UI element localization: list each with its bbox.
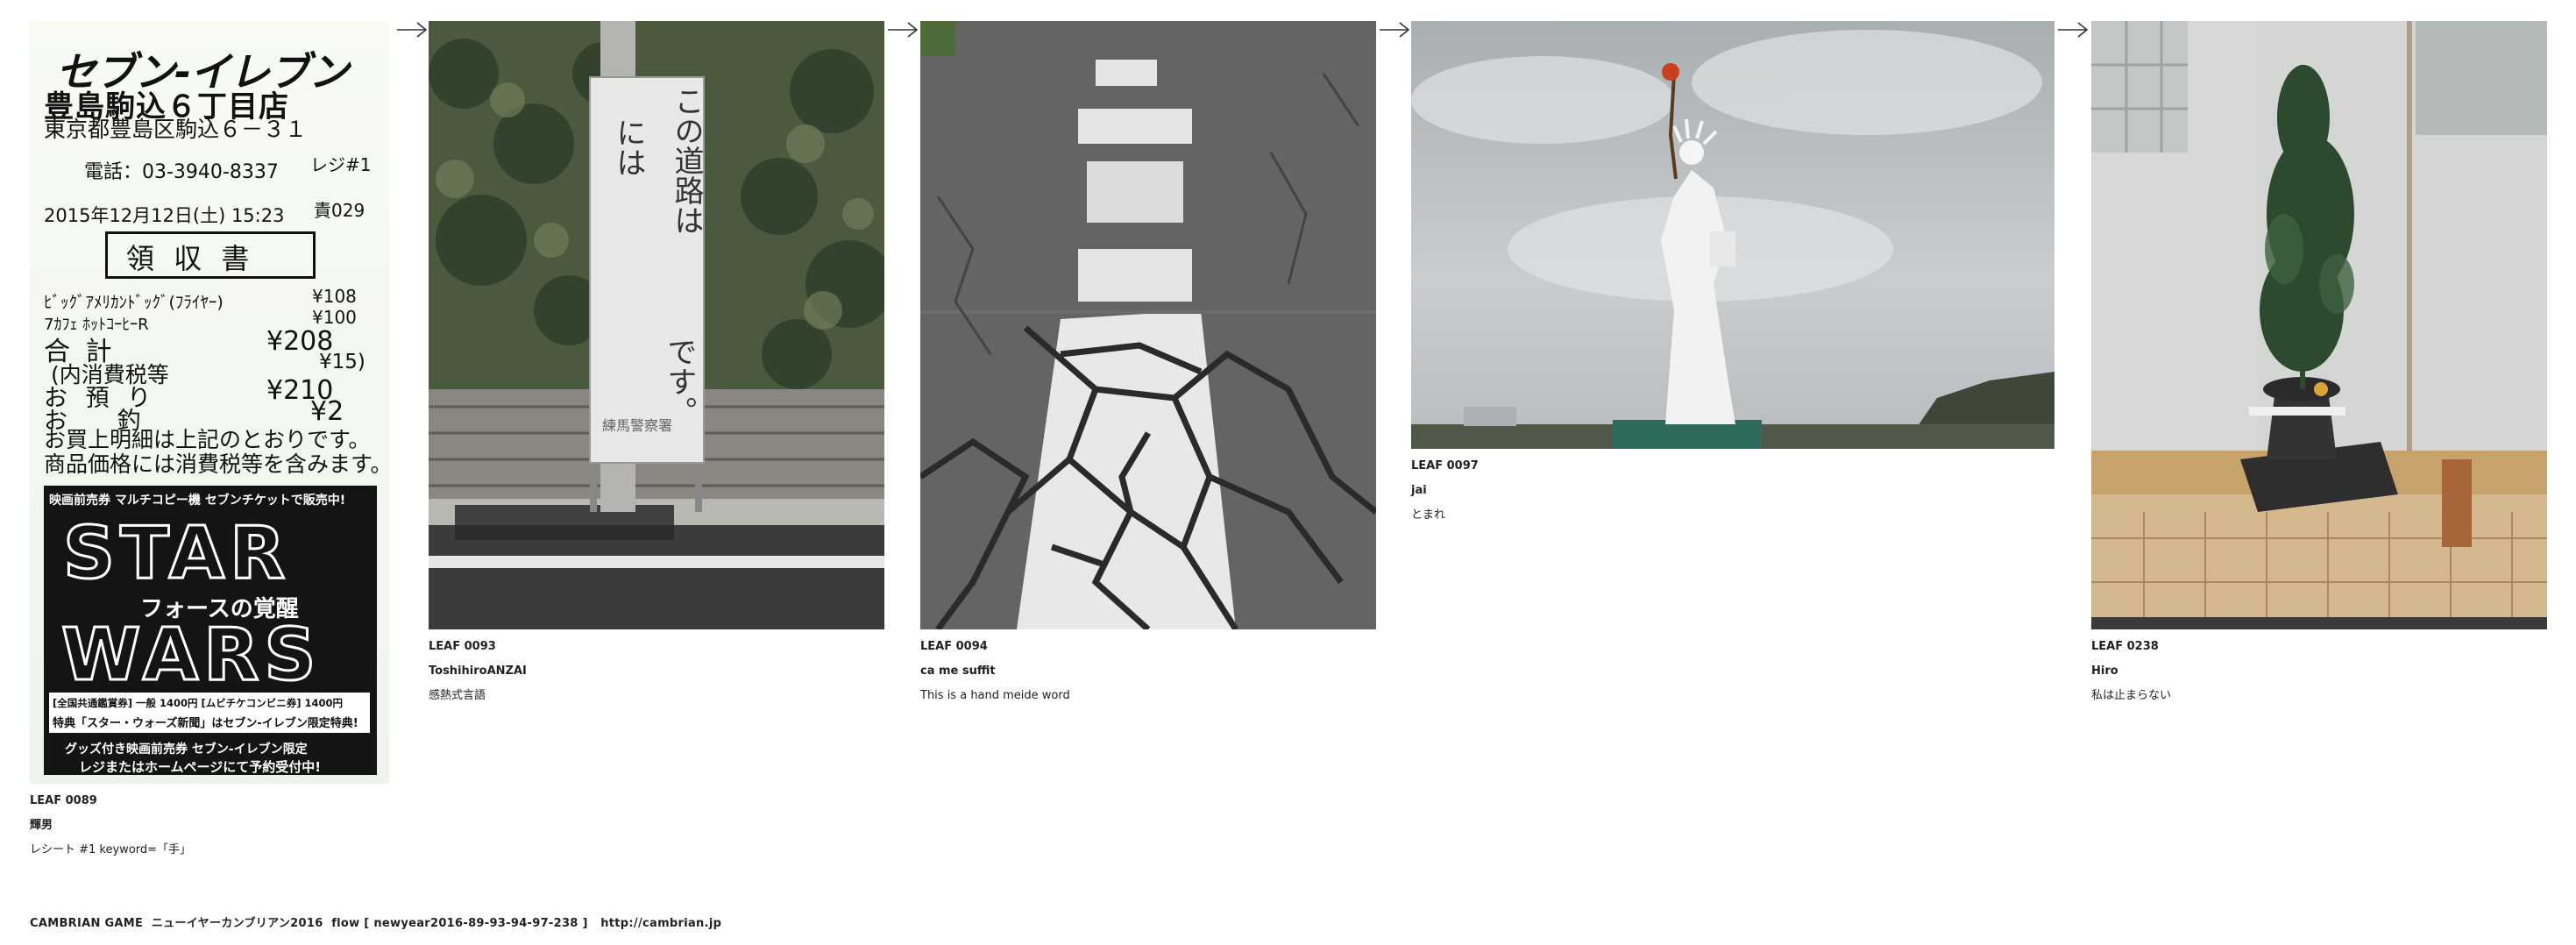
right-arrow-icon [1380,22,1410,38]
leaf-caption: LEAF 0238 Hiro 私は止まらない [2091,635,2171,708]
leaf-title: 感熱式言語 [429,689,486,702]
leaf-number[interactable]: LEAF 0093 [429,635,527,659]
receipt-address: 東京都豊島区駒込６－３１ [44,117,308,142]
ad-price-line-2: 特典「スター・ウォーズ新聞」はセブン-イレブン限定特典! [53,717,358,730]
statue-photo-graphic [1411,21,2054,449]
ad-bottom-line: レジまたはホームページにて予約受付中! [79,759,322,775]
leaf-caption: LEAF 0089 輝男 レシート #1 keyword=「手」 [30,789,191,863]
ad-star-text: STAR [61,511,291,597]
leaf-author[interactable]: Hiro [2091,659,2171,684]
road-photo-graphic [920,21,1376,629]
footer-text: CAMBRIAN GAME ニューイヤーカンブリアン2016 flow [ ne… [30,917,601,930]
leaf-author[interactable]: jai [1411,479,1479,503]
receipt-datetime: 2015年12月12日(土) 15:23 [44,205,285,226]
sign-photo-graphic [429,21,884,629]
leaf-title: 私は止まらない [2091,689,2172,702]
sign-police-name: 練馬警察署 [602,417,673,434]
kadomatsu-photo-graphic [2091,21,2547,629]
leaf-image-statue[interactable] [1411,21,2054,449]
receipt-clerk: 責029 [314,200,365,221]
leaf-title: This is a hand meide word [920,689,1070,702]
receipt-register: レジ#1 [310,154,372,175]
right-arrow-icon [2058,22,2089,38]
ad-wars-text: WARS [60,613,322,699]
receipt-tax: ¥15) [319,351,365,373]
receipt-item-1-price: ¥108 [312,286,357,307]
receipt-item-1-name: ﾋﾞｯｸﾞｱﾒﾘｶﾝﾄﾞｯｸﾞ(ﾌﾗｲﾔｰ) [44,293,224,312]
footer-link[interactable]: http://cambrian.jp [600,917,721,930]
leaf-author[interactable]: ToshihiroANZAI [429,659,527,684]
leaf-author[interactable]: 輝男 [30,814,191,838]
receipt-phone: 電話：03-3940-8337 [84,161,279,183]
ad-top-line: 映画前売券 マルチコピー機 セブンチケットで販売中! [49,494,346,508]
leaf-number[interactable]: LEAF 0089 [30,789,191,814]
sign-line-end: です。 [662,337,697,426]
receipt-heading: 領 収 書 [126,242,255,275]
leaf-image-receipt[interactable]: セブン-イレブン 豊島駒込６丁目店 東京都豊島区駒込６－３１ 電話：03-394… [30,21,389,784]
receipt-note-2: 商品価格には消費税等を含みます。 [44,451,389,477]
ad-price-line-1: [全国共通鑑賞券] 一般 1400円 [ムビチケコンビニ券] 1400円 [53,697,344,709]
leaf-number[interactable]: LEAF 0097 [1411,454,1479,479]
leaf-caption: LEAF 0093 ToshihiroANZAI 感熱式言語 [429,635,527,708]
leaf-title: レシート #1 keyword=「手」 [30,843,192,856]
leaf-image-kadomatsu[interactable] [2091,21,2547,629]
right-arrow-icon [888,22,919,38]
leaf-author[interactable]: ca me suffit [920,659,1070,684]
ad-goods-line: グッズ付き映画前売券 セブン-イレブン限定 [65,742,308,757]
receipt-item-2-price: ¥100 [312,307,357,328]
leaf-image-road-sign[interactable]: この道路は には です。 練馬警察署 [429,21,884,629]
receipt-starwars-ad: 映画前売券 マルチコピー機 セブンチケットで販売中! STAR フォースの覚醒 … [44,486,377,775]
leaf-caption: LEAF 0097 jai とまれ [1411,454,1479,528]
footer-credits: CAMBRIAN GAME ニューイヤーカンブリアン2016 flow [ ne… [30,913,721,930]
sign-line-main: この道路は [669,86,704,235]
leaf-image-cracked-road[interactable] [920,21,1376,629]
leaf-number[interactable]: LEAF 0238 [2091,635,2171,659]
leaf-caption: LEAF 0094 ca me suffit This is a hand me… [920,635,1070,708]
right-arrow-icon [397,22,428,38]
sign-line-left: には [611,117,646,177]
leaf-number[interactable]: LEAF 0094 [920,635,1070,659]
leaf-title: とまれ [1411,508,1446,522]
